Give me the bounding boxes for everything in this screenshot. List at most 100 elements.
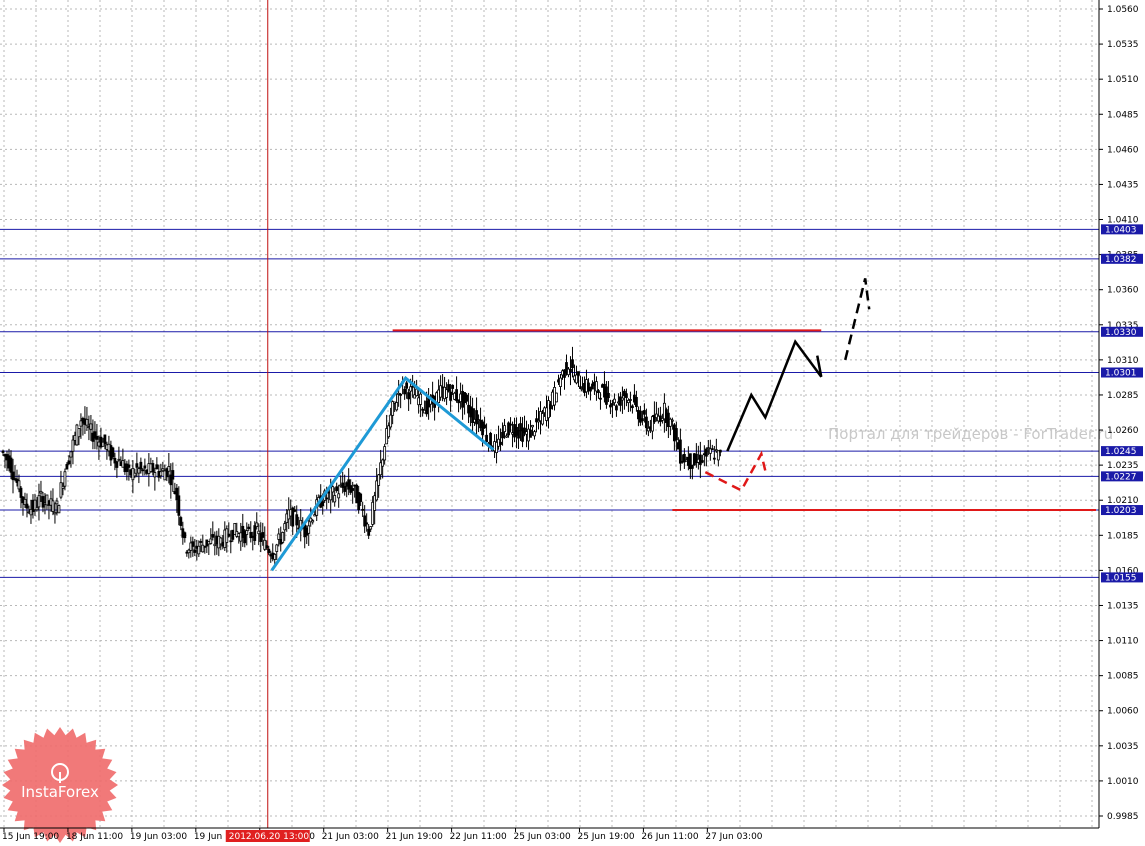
candle-body [167, 466, 171, 472]
candle-body [277, 533, 281, 540]
y-tick-label: 1.0085 [1107, 672, 1139, 682]
price-level-label: 1.0203 [1105, 506, 1137, 516]
candle-body [67, 460, 71, 465]
candle-body [485, 434, 488, 443]
candle-body [621, 397, 624, 401]
candle-body [389, 414, 393, 428]
candle-body [183, 532, 187, 539]
candle-body [25, 503, 29, 509]
y-tick-label: 1.0510 [1107, 75, 1139, 85]
candle-body [405, 382, 409, 389]
y-tick-label: 1.0285 [1107, 391, 1139, 401]
candle-body [575, 374, 578, 384]
candle-body [193, 549, 197, 553]
candle-body [273, 553, 277, 560]
candle-body [161, 468, 165, 472]
candle-body [139, 461, 143, 470]
candle-body [199, 541, 203, 543]
candle-body [281, 532, 285, 543]
candle-body [533, 431, 536, 437]
candle-body [333, 495, 337, 503]
y-tick-label: 1.0060 [1107, 707, 1139, 717]
candle-body [177, 495, 181, 516]
y-tick-label: 1.0210 [1107, 496, 1139, 506]
candle-body [179, 517, 183, 526]
y-tick-label: 1.0410 [1107, 216, 1139, 226]
candle-body [1, 450, 5, 453]
y-tick-label: 1.0560 [1107, 5, 1139, 15]
candle-body [255, 522, 259, 528]
candle-body [399, 393, 403, 396]
candle-body [245, 530, 249, 535]
candle-body [383, 446, 387, 461]
candle-body [611, 403, 614, 406]
price-level-label: 1.0155 [1105, 573, 1137, 583]
candle-body [71, 439, 75, 452]
price-level-label: 1.0245 [1105, 447, 1137, 457]
candle-body [321, 501, 325, 507]
x-tick-label: 21 Jun 03:00 [322, 832, 379, 842]
candle-body [377, 474, 381, 486]
y-tick-label: 1.0310 [1107, 356, 1139, 366]
candle-body [159, 471, 163, 477]
candle-body [465, 394, 468, 402]
candle-body [229, 540, 233, 543]
candle-body [419, 393, 423, 405]
candle-body [381, 459, 385, 467]
candle-body [335, 486, 339, 492]
candle-body [704, 448, 708, 457]
candle-body [141, 469, 145, 472]
candle-body [367, 528, 371, 536]
candle-body [59, 482, 63, 498]
candle-body [635, 397, 638, 407]
price-level-label: 1.0301 [1105, 369, 1137, 379]
candle-body [718, 449, 722, 453]
candle-body [503, 425, 506, 432]
x-tick-label: 19 Jun 03:00 [130, 832, 187, 842]
x-tick-label: 21 Jun 19:00 [386, 832, 443, 842]
x-tick-label: 15 Jun 19:00 [2, 832, 59, 842]
y-tick-label: 1.0535 [1107, 40, 1139, 50]
candle-body [645, 416, 648, 429]
candle-body [211, 534, 215, 538]
candle-body [275, 544, 279, 552]
x-tick-label: 22 Jun 11:00 [450, 832, 507, 842]
candle-body [569, 368, 572, 373]
candle-body [253, 525, 257, 541]
candle-body [307, 525, 311, 534]
candle-body [607, 392, 610, 399]
candle-body [451, 384, 454, 389]
price-level-label: 1.0403 [1105, 225, 1137, 235]
candle-body [481, 421, 484, 436]
candle-body [455, 389, 458, 402]
candle-body [597, 390, 600, 394]
candle-body [613, 398, 616, 404]
candle-body [631, 405, 634, 409]
y-tick-label: 1.0260 [1107, 426, 1139, 436]
candle-body [415, 388, 419, 397]
candle-body [674, 428, 678, 441]
price-chart[interactable]: Портал для трейдеров - ForTrader.ru Inst… [0, 0, 1145, 846]
candle-body [501, 431, 504, 439]
y-tick-label: 0.9985 [1107, 812, 1139, 822]
candle-body [57, 505, 61, 514]
candle-body [295, 514, 299, 526]
candle-body [35, 507, 39, 511]
cursor-time-label: 2012.06.20 13:00 [229, 832, 310, 842]
candle-body [361, 508, 365, 511]
candle-body [643, 410, 646, 415]
candle-body [625, 393, 628, 398]
candle-body [95, 435, 99, 440]
candle-body [387, 425, 391, 438]
candle-body [191, 541, 195, 547]
y-tick-label: 1.0135 [1107, 601, 1139, 611]
x-tick-label: 26 Jun 11:00 [641, 832, 698, 842]
candle-body [577, 371, 580, 376]
candle-body [247, 526, 251, 530]
candle-body [407, 392, 411, 400]
candle-body [151, 463, 155, 473]
candle-body [670, 419, 674, 422]
y-tick-label: 1.0185 [1107, 531, 1139, 541]
y-tick-label: 1.0360 [1107, 286, 1139, 296]
candle-body [53, 511, 57, 515]
